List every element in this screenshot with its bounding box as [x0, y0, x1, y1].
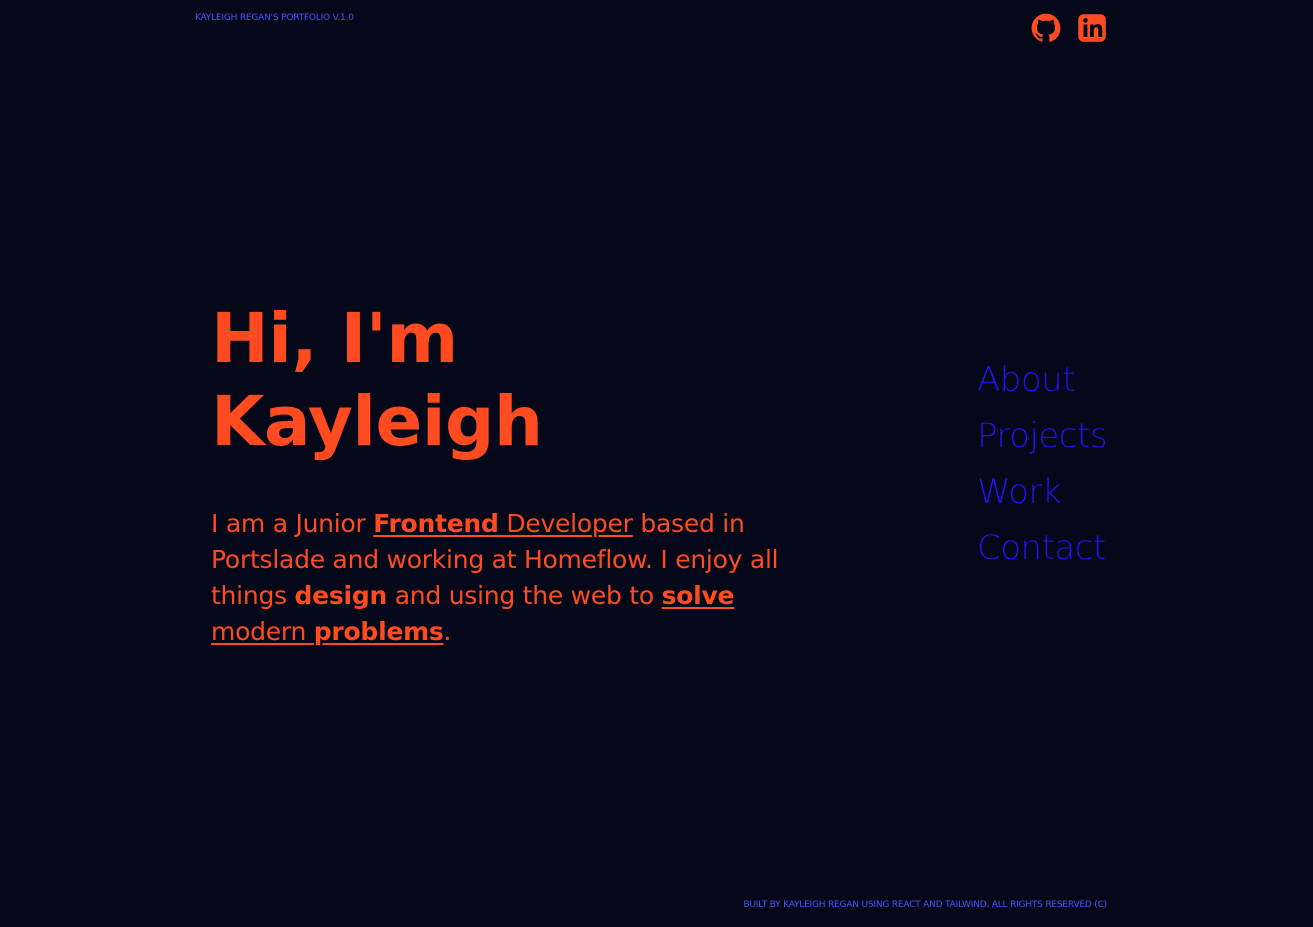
- design-emphasis: design: [294, 581, 388, 610]
- modern-link-text: modern: [211, 617, 314, 646]
- nav-item-about[interactable]: About: [977, 352, 1107, 408]
- solve-link-text: solve: [661, 581, 735, 610]
- nav-item-work[interactable]: Work: [977, 464, 1107, 520]
- intro-paragraph: I am a Junior Frontend Developer based i…: [211, 506, 786, 650]
- hero-title: Hi, I'm Kayleigh: [211, 298, 801, 464]
- linkedin-icon: [1078, 14, 1106, 42]
- linkedin-link[interactable]: [1077, 13, 1107, 43]
- problems-link-text: problems: [313, 617, 444, 646]
- nav-item-contact[interactable]: Contact: [977, 520, 1107, 576]
- frontend-developer-link[interactable]: Frontend Developer: [373, 509, 633, 538]
- site-brand: KAYLEIGH REGAN'S PORTFOLIO V.1.0: [195, 13, 354, 23]
- hero-title-line-1: Hi, I'm: [211, 299, 458, 379]
- developer-link-text: Developer: [506, 509, 633, 538]
- github-icon: [1031, 13, 1061, 42]
- github-link[interactable]: [1031, 13, 1061, 43]
- nav-item-projects[interactable]: Projects: [977, 408, 1108, 464]
- frontend-link-text: Frontend: [373, 509, 499, 538]
- social-links: [1031, 13, 1107, 43]
- site-footer: BUILT BY KAYLEIGH REGAN USING REACT AND …: [743, 900, 1107, 910]
- hero-title-line-2: Kayleigh: [211, 382, 543, 462]
- main-navigation: About Projects Work Contact: [977, 352, 1108, 576]
- intro-text-start: I am a Junior: [211, 509, 374, 538]
- hero-section: Hi, I'm Kayleigh I am a Junior Frontend …: [211, 298, 801, 650]
- intro-text-ending: .: [443, 617, 452, 646]
- intro-text-middle-2: and using the web to: [387, 581, 662, 610]
